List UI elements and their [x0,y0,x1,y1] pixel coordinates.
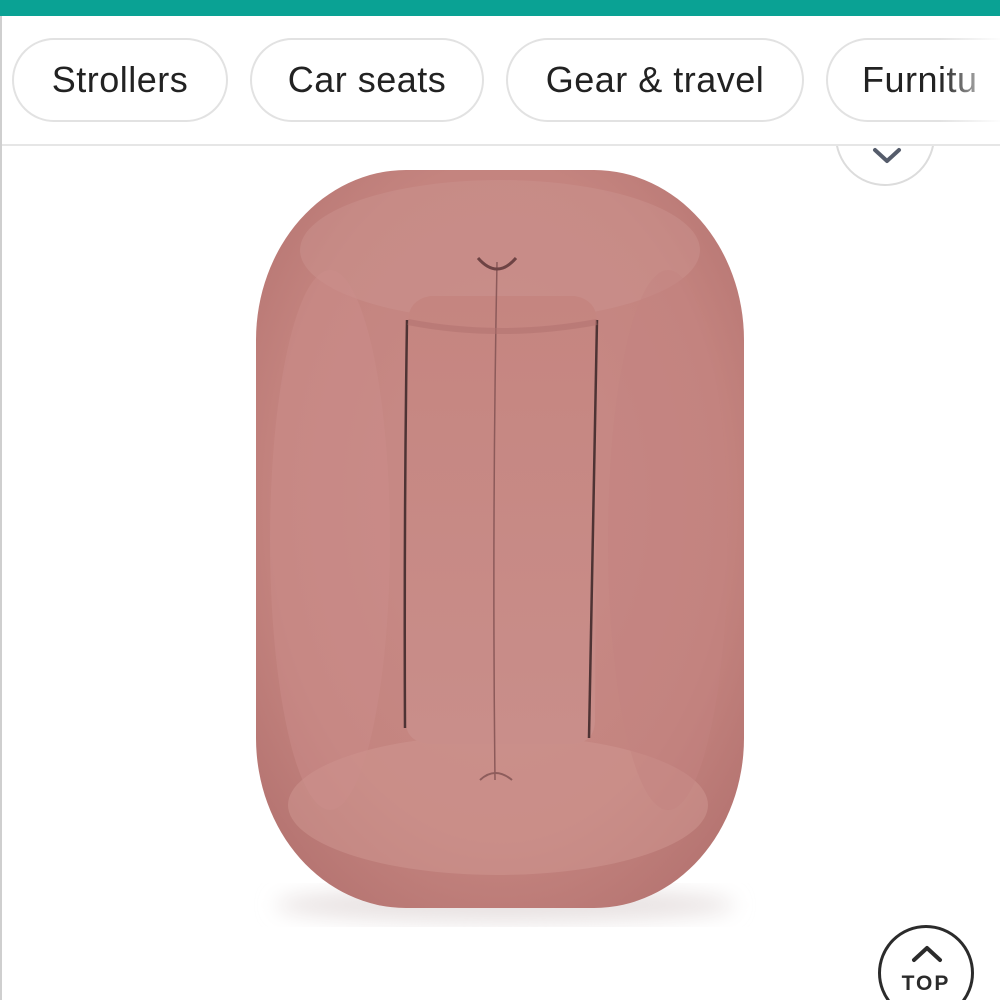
chip-car-seats[interactable]: Car seats [250,38,484,122]
chip-furniture[interactable]: Furnitu [826,38,1000,122]
lounger-inner-area [406,296,597,744]
page-edge [0,16,2,1000]
lounger-right-side [608,270,728,810]
page: Strollers Car seats Gear & travel Furnit… [0,0,1000,1000]
chevron-down-icon [873,148,901,163]
scroll-to-top-label: TOP [901,972,951,995]
chevron-up-icon [912,946,942,962]
lounger-left-side [270,270,390,810]
accent-bar [0,0,1000,16]
chip-strollers[interactable]: Strollers [12,38,228,122]
category-chip-row[interactable]: Strollers Car seats Gear & travel Furnit… [0,16,1000,146]
chip-gear-travel[interactable]: Gear & travel [506,38,804,122]
product-image[interactable] [0,146,1000,1000]
